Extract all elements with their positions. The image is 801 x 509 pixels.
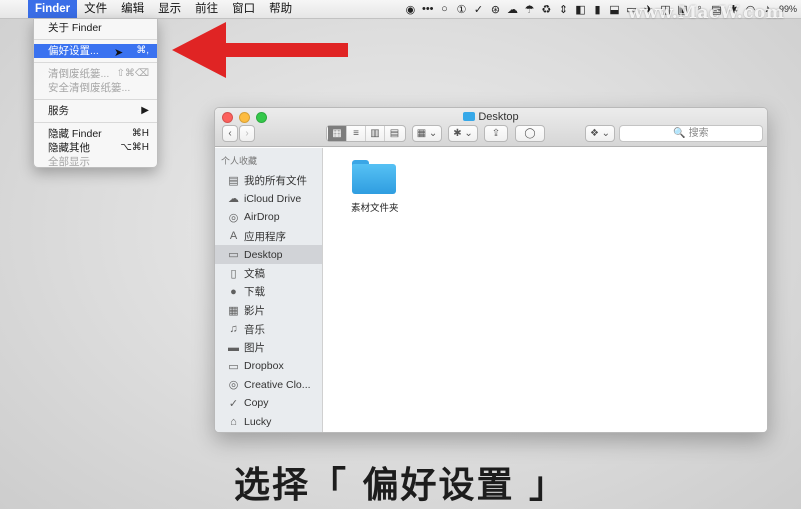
preferences-shortcut: ⌘,: [136, 45, 149, 56]
action-gear-button[interactable]: ✱ ⌄: [448, 125, 478, 142]
circle-icon[interactable]: ○: [439, 3, 450, 15]
music-icon: ♫: [229, 323, 238, 336]
copy-icon: ✓: [228, 397, 239, 410]
document-icon: ▯: [230, 267, 237, 280]
tag-button[interactable]: ◯: [515, 125, 545, 142]
finder-sidebar: 个人收藏 ▤ 我的所有文件 ☁ iCloud Drive ◎ AirDrop A 应用程…: [215, 148, 323, 432]
cloud-icon[interactable]: ☁: [507, 3, 518, 16]
sidebar-header: 个人收藏: [221, 156, 258, 166]
view-mode-control: ▦ ≡ ▥ ▤: [326, 125, 406, 142]
transfer-icon[interactable]: ⇕: [558, 3, 569, 16]
desktop-icon: ▭: [228, 249, 239, 262]
list-view-icon[interactable]: ≡: [347, 126, 366, 141]
menu-window[interactable]: 窗口: [225, 0, 262, 18]
window-toolbar: Desktop ‹ › ▦ ≡ ▥ ▤ ▦ ⌄ ✱ ⌄ ⇪ ◯ ❖ ⌄ 🔍 搜索: [215, 108, 767, 147]
sidebar-item-creative-cloud[interactable]: ◎ Creative Clo...: [215, 376, 322, 395]
menu-help[interactable]: 帮助: [262, 0, 299, 18]
recycle-icon[interactable]: ♻: [541, 3, 552, 16]
all-files-icon: ▤: [228, 174, 239, 187]
watermark: www.MacW.com: [628, 3, 785, 23]
show-all-item[interactable]: 全部显示: [34, 155, 157, 169]
search-input[interactable]: 🔍 搜索: [619, 125, 763, 142]
forward-button[interactable]: ›: [239, 125, 255, 142]
finder-menu-dropdown: 关于 Finder 偏好设置... ⌘, ➤ 清倒废纸篓... ⇧⌘⌫ 安全清倒…: [33, 18, 158, 168]
sidebar-item-airdrop[interactable]: ◎ AirDrop: [215, 208, 322, 227]
column-view-icon[interactable]: ▥: [366, 126, 385, 141]
more-icon[interactable]: •••: [422, 3, 434, 15]
arrange-button[interactable]: ▦ ⌄: [412, 125, 442, 142]
sidebar-item-movies[interactable]: ▦ 影片: [215, 301, 322, 320]
services-item[interactable]: 服务 ▶: [34, 104, 157, 118]
menu-separator: [34, 39, 157, 40]
sidebar-item-downloads[interactable]: ● 下载: [215, 283, 322, 302]
bag-icon[interactable]: ⬓: [609, 3, 620, 16]
sidebar-item-applications[interactable]: A 应用程序: [215, 227, 322, 246]
umbrella-icon[interactable]: ☂: [524, 3, 535, 16]
hide-others-item[interactable]: 隐藏其他 ⌥⌘H: [34, 141, 157, 155]
camera-icon: ▬: [228, 341, 239, 354]
film-icon: ▦: [228, 304, 239, 317]
menu-finder[interactable]: Finder: [28, 0, 78, 18]
folder-item[interactable]: 素材文件夹: [351, 160, 399, 214]
about-finder-item[interactable]: 关于 Finder: [34, 21, 157, 35]
menu-go[interactable]: 前往: [188, 0, 225, 18]
subtitle-caption: 选择「 偏好设置 」: [233, 465, 568, 506]
empty-trash-item[interactable]: 清倒废纸篓... ⇧⌘⌫: [34, 67, 157, 81]
folder-icon-body: [351, 164, 396, 194]
info-icon[interactable]: ①: [456, 3, 467, 16]
sidebar-item-pictures[interactable]: ▬ 图片: [215, 338, 322, 357]
folder-icon: [351, 160, 396, 194]
red-arrow-icon: [172, 22, 348, 78]
folder-icon: ▭: [228, 360, 239, 373]
sidebar-item-all-files[interactable]: ▤ 我的所有文件: [215, 171, 322, 190]
menu-separator: [34, 62, 157, 63]
menu-separator: [34, 122, 157, 123]
menu-edit[interactable]: 编辑: [114, 0, 151, 18]
window-icon[interactable]: ◧: [575, 3, 586, 16]
hide-finder-item[interactable]: 隐藏 Finder ⌘H: [34, 127, 157, 141]
submenu-arrow-icon: ▶: [141, 105, 149, 116]
finder-window: Desktop ‹ › ▦ ≡ ▥ ▤ ▦ ⌄ ✱ ⌄ ⇪ ◯ ❖ ⌄ 🔍 搜索…: [214, 107, 768, 433]
dropbox-button[interactable]: ❖ ⌄: [585, 125, 615, 142]
icon-view-icon[interactable]: ▦: [328, 126, 347, 141]
sidebar-item-dropbox[interactable]: ▭ Dropbox: [215, 357, 322, 376]
airdrop-icon: ◎: [228, 211, 239, 224]
cursor-icon: ➤: [114, 47, 124, 59]
folder-label: 素材文件夹: [351, 203, 399, 214]
sidebar-item-desktop[interactable]: ▭ Desktop: [215, 245, 322, 264]
preferences-item[interactable]: 偏好设置... ⌘, ➤: [34, 44, 157, 59]
check-icon[interactable]: ✓: [473, 3, 484, 16]
bookmark-icon[interactable]: ▮: [592, 3, 603, 16]
creative-cloud-icon: ◎: [228, 379, 239, 392]
sidebar-item-copy[interactable]: ✓ Copy: [215, 394, 322, 413]
menu-separator: [34, 99, 157, 100]
cover-flow-icon[interactable]: ▤: [385, 126, 404, 141]
applications-icon: A: [229, 230, 238, 243]
download-icon: ●: [230, 285, 237, 298]
sidebar-item-icloud[interactable]: ☁ iCloud Drive: [215, 190, 322, 209]
sidebar-item-lucky[interactable]: ⌂ Lucky: [215, 413, 322, 432]
cloud-icon: ☁: [228, 193, 239, 206]
file-content-area: 素材文件夹: [323, 148, 767, 432]
record-icon[interactable]: ◉: [405, 3, 416, 16]
menu-file[interactable]: 文件: [77, 0, 114, 18]
back-button[interactable]: ‹: [222, 125, 238, 142]
window-title: Desktop: [215, 111, 767, 123]
menu-view[interactable]: 显示: [151, 0, 188, 18]
folder-icon: [463, 112, 476, 121]
creative-cloud-icon[interactable]: ⊛: [490, 3, 501, 16]
home-icon: ⌂: [230, 416, 237, 429]
secure-empty-trash-item[interactable]: 安全清倒废纸篓...: [34, 81, 157, 95]
sidebar-item-documents[interactable]: ▯ 文稿: [215, 264, 322, 283]
share-button[interactable]: ⇪: [484, 125, 508, 142]
sidebar-item-music[interactable]: ♫ 音乐: [215, 320, 322, 339]
